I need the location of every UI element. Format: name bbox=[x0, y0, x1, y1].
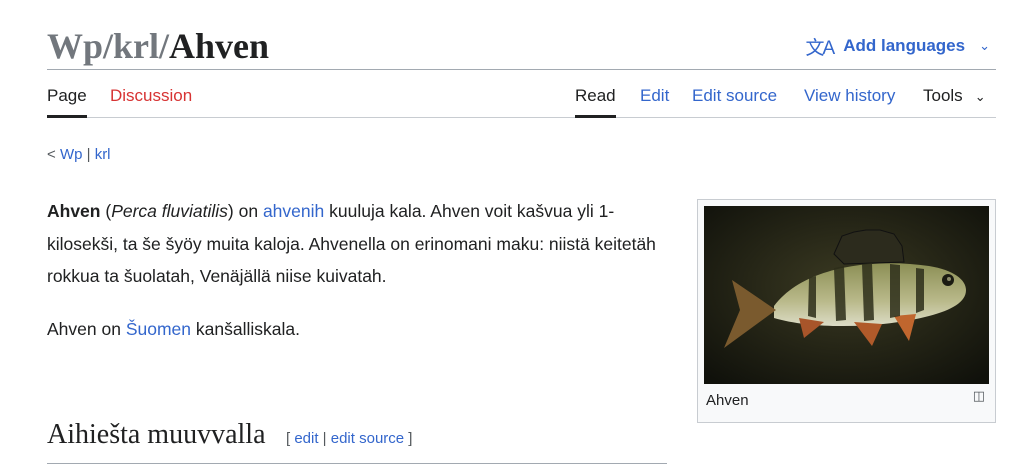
paragraph-text: kanšalliskala. bbox=[195, 318, 300, 339]
translate-icon: 文A bbox=[805, 37, 836, 59]
section-heading: Aihiešta muuvvalla [ edit | edit source … bbox=[47, 418, 667, 464]
magnify-clip-icon[interactable]: ◫ bbox=[973, 388, 985, 404]
link-suomen[interactable]: Šuomen bbox=[126, 319, 191, 339]
tab-view-history[interactable]: View history bbox=[804, 86, 895, 106]
article-paragraph: Ahven (Perca fluviatilis) on ahvenih kuu… bbox=[47, 195, 667, 293]
chevron-down-icon: ⌄ bbox=[974, 89, 986, 104]
breadcrumb-link-krl[interactable]: krl bbox=[95, 146, 111, 163]
paragraph-text: Ahven on bbox=[47, 318, 121, 339]
page-header: Wp/krl/Ahven 文A Add languages ⌄ bbox=[47, 22, 996, 70]
breadcrumb-link-wp[interactable]: Wp bbox=[60, 146, 83, 163]
tools-label: Tools bbox=[923, 86, 963, 105]
tab-edit-source[interactable]: Edit source bbox=[692, 86, 777, 106]
breadcrumb-arrow: < bbox=[47, 146, 56, 163]
perch-image[interactable] bbox=[704, 206, 989, 384]
figure-caption: Ahven bbox=[706, 392, 749, 409]
link-ahvenih[interactable]: ahvenih bbox=[263, 201, 324, 221]
breadcrumb: < Wp | krl bbox=[47, 146, 111, 164]
bracket-open: [ bbox=[285, 430, 291, 447]
section-edit-source-link[interactable]: edit source bbox=[331, 430, 404, 447]
section-title: Aihiešta muuvvalla bbox=[47, 419, 266, 450]
article-subject: Ahven bbox=[47, 201, 101, 221]
add-languages-button[interactable]: 文A Add languages ⌄ bbox=[805, 34, 990, 59]
tab-read[interactable]: Read bbox=[575, 86, 616, 118]
separator: | bbox=[322, 430, 327, 447]
paragraph-text: ) on bbox=[227, 201, 259, 221]
page-tabs: Page Discussion Read Edit Edit source Vi… bbox=[47, 70, 996, 118]
section-edit-link[interactable]: edit bbox=[294, 430, 318, 447]
tab-page[interactable]: Page bbox=[47, 86, 87, 118]
thumbnail-figure: Ahven ◫ bbox=[697, 199, 996, 423]
page-title-prefix: Wp/krl/ bbox=[47, 26, 170, 66]
article-body: Ahven (Perca fluviatilis) on ahvenih kuu… bbox=[47, 195, 667, 365]
tab-edit[interactable]: Edit bbox=[640, 86, 669, 106]
bracket-close: ] bbox=[408, 430, 413, 447]
perch-illustration bbox=[704, 206, 989, 384]
section-edit-links: [ edit | edit source ] bbox=[286, 430, 413, 447]
page-title-name: Ahven bbox=[169, 26, 270, 66]
chevron-down-icon: ⌄ bbox=[979, 38, 990, 53]
tab-discussion[interactable]: Discussion bbox=[110, 86, 192, 106]
article-paragraph: Ahven on Šuomen kanšalliskala. bbox=[47, 313, 667, 346]
page-title: Wp/krl/Ahven bbox=[47, 25, 269, 67]
breadcrumb-separator: | bbox=[86, 146, 91, 163]
add-languages-label: Add languages bbox=[843, 36, 966, 55]
tools-menu[interactable]: Tools ⌄ bbox=[923, 86, 986, 107]
scientific-name: Perca fluviatilis bbox=[111, 201, 228, 221]
